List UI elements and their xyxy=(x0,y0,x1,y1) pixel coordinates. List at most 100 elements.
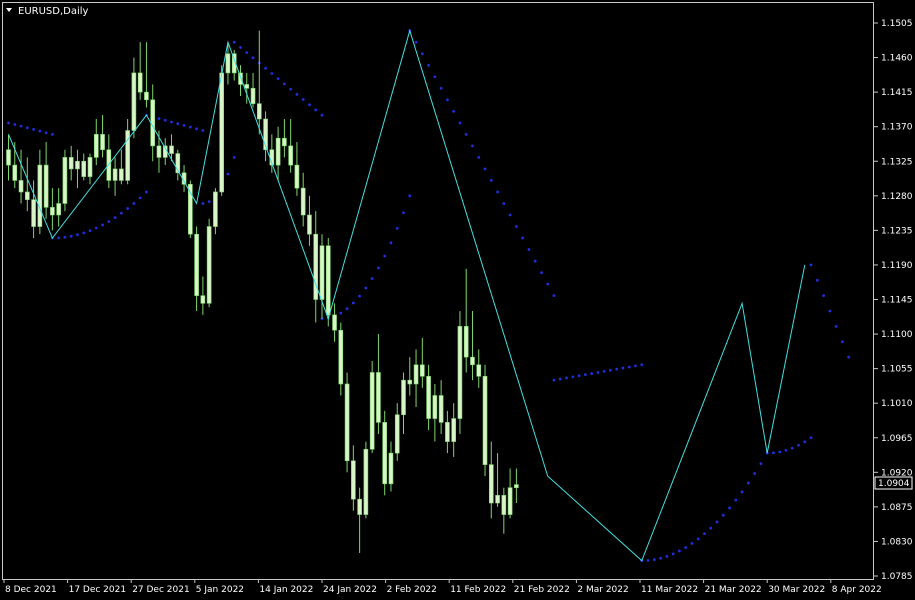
sar-dot xyxy=(734,498,738,502)
candle-body xyxy=(463,326,469,358)
sar-dot xyxy=(715,520,719,524)
candle-body xyxy=(313,233,319,300)
sar-dot xyxy=(640,363,644,367)
candle-body xyxy=(169,145,174,154)
sar-dot xyxy=(276,77,280,81)
sar-dot xyxy=(57,236,61,240)
candle-body xyxy=(325,245,331,316)
sar-dot xyxy=(195,127,199,131)
sar-dot xyxy=(690,542,694,545)
x-tick-label: 24 Jan 2022 xyxy=(323,585,377,595)
chart-title: EURUSD,Daily xyxy=(6,6,89,17)
chart-background xyxy=(0,0,915,600)
x-tick-label: 14 Jan 2022 xyxy=(259,585,313,595)
sar-dot xyxy=(439,86,443,90)
y-tick-label: 1.1145 xyxy=(881,296,913,306)
x-tick-label: 5 Jan 2022 xyxy=(196,585,244,595)
candle-body xyxy=(288,145,293,166)
sar-dot xyxy=(38,129,42,133)
sar-dot xyxy=(533,259,537,263)
sar-dot xyxy=(13,123,17,126)
sar-dot xyxy=(383,254,387,258)
sar-dot xyxy=(320,113,324,117)
candle-body xyxy=(119,168,124,181)
sar-dot xyxy=(270,72,274,75)
y-tick-label: 1.1280 xyxy=(881,192,913,202)
sar-dot xyxy=(402,211,405,215)
sar-dot xyxy=(847,355,851,359)
sar-dot xyxy=(232,156,236,159)
candle-body xyxy=(31,199,36,227)
sar-dot xyxy=(282,82,286,86)
sar-dot xyxy=(471,144,474,148)
sar-dot xyxy=(809,263,813,267)
candle-body xyxy=(357,498,362,515)
sar-dot xyxy=(684,546,688,549)
sar-dot xyxy=(596,371,600,374)
candle-body xyxy=(112,168,118,181)
candle-body xyxy=(18,180,24,193)
candle-body xyxy=(495,495,500,504)
candle-body xyxy=(438,395,444,423)
sar-dot xyxy=(565,376,568,380)
current-price-label: 1.0904 xyxy=(878,479,910,489)
sar-dot xyxy=(508,213,512,217)
sar-dot xyxy=(264,66,267,70)
candle-body xyxy=(225,53,231,74)
candle-body xyxy=(382,422,388,485)
sar-dot xyxy=(634,364,637,368)
candle-body xyxy=(413,364,419,385)
sar-dot xyxy=(245,51,249,55)
sar-dot xyxy=(514,225,518,228)
candle-body xyxy=(87,157,93,177)
sar-dot xyxy=(414,40,418,44)
candle-body xyxy=(426,376,431,419)
sar-dot xyxy=(170,120,173,124)
sar-dot xyxy=(232,40,236,44)
candle-body xyxy=(394,414,400,454)
candle-body xyxy=(156,145,162,158)
sar-dot xyxy=(772,451,775,455)
y-tick-label: 1.1505 xyxy=(881,19,913,29)
candle-body xyxy=(25,191,30,200)
y-tick-label: 1.1190 xyxy=(881,261,913,271)
sar-dot xyxy=(527,248,531,251)
sar-dot xyxy=(703,532,706,536)
candle-body xyxy=(482,376,488,465)
x-tick-label: 27 Dec 2021 xyxy=(132,585,190,595)
candle-body xyxy=(282,137,287,147)
sar-dot xyxy=(351,301,355,305)
sar-dot xyxy=(571,375,575,379)
sar-dot xyxy=(815,278,819,282)
candle-body xyxy=(256,103,262,120)
sar-dot xyxy=(50,132,54,136)
sar-dot xyxy=(746,481,750,485)
sar-dot xyxy=(364,286,368,290)
sar-dot xyxy=(226,172,230,176)
price-chart[interactable]: 1.1505 1.1460 1.1415 1.1370 1.1325 1.1280 1.12… xyxy=(0,0,915,600)
sar-dot xyxy=(797,443,800,447)
candle-body xyxy=(319,245,325,300)
y-tick-label: 1.0785 xyxy=(881,572,913,582)
sar-dot xyxy=(145,190,148,194)
candle-body xyxy=(75,160,80,170)
candle-body xyxy=(401,379,406,416)
sar-dot xyxy=(828,309,832,313)
sar-dot xyxy=(119,211,123,215)
candle-body xyxy=(332,314,337,331)
sar-dot xyxy=(590,372,594,375)
sar-dot xyxy=(552,294,556,298)
y-tick-label: 1.1460 xyxy=(881,54,913,64)
candle-body xyxy=(43,164,49,208)
sar-dot xyxy=(295,92,299,96)
sar-dot xyxy=(88,229,92,233)
sar-dot xyxy=(458,121,462,125)
sar-dot xyxy=(671,552,675,556)
sar-dot xyxy=(358,294,362,298)
sar-dot xyxy=(784,448,788,452)
sar-dot xyxy=(778,450,782,454)
candle-body xyxy=(275,137,281,166)
sar-dot xyxy=(32,128,35,131)
candle-body xyxy=(451,418,456,442)
sar-dot xyxy=(621,366,625,370)
